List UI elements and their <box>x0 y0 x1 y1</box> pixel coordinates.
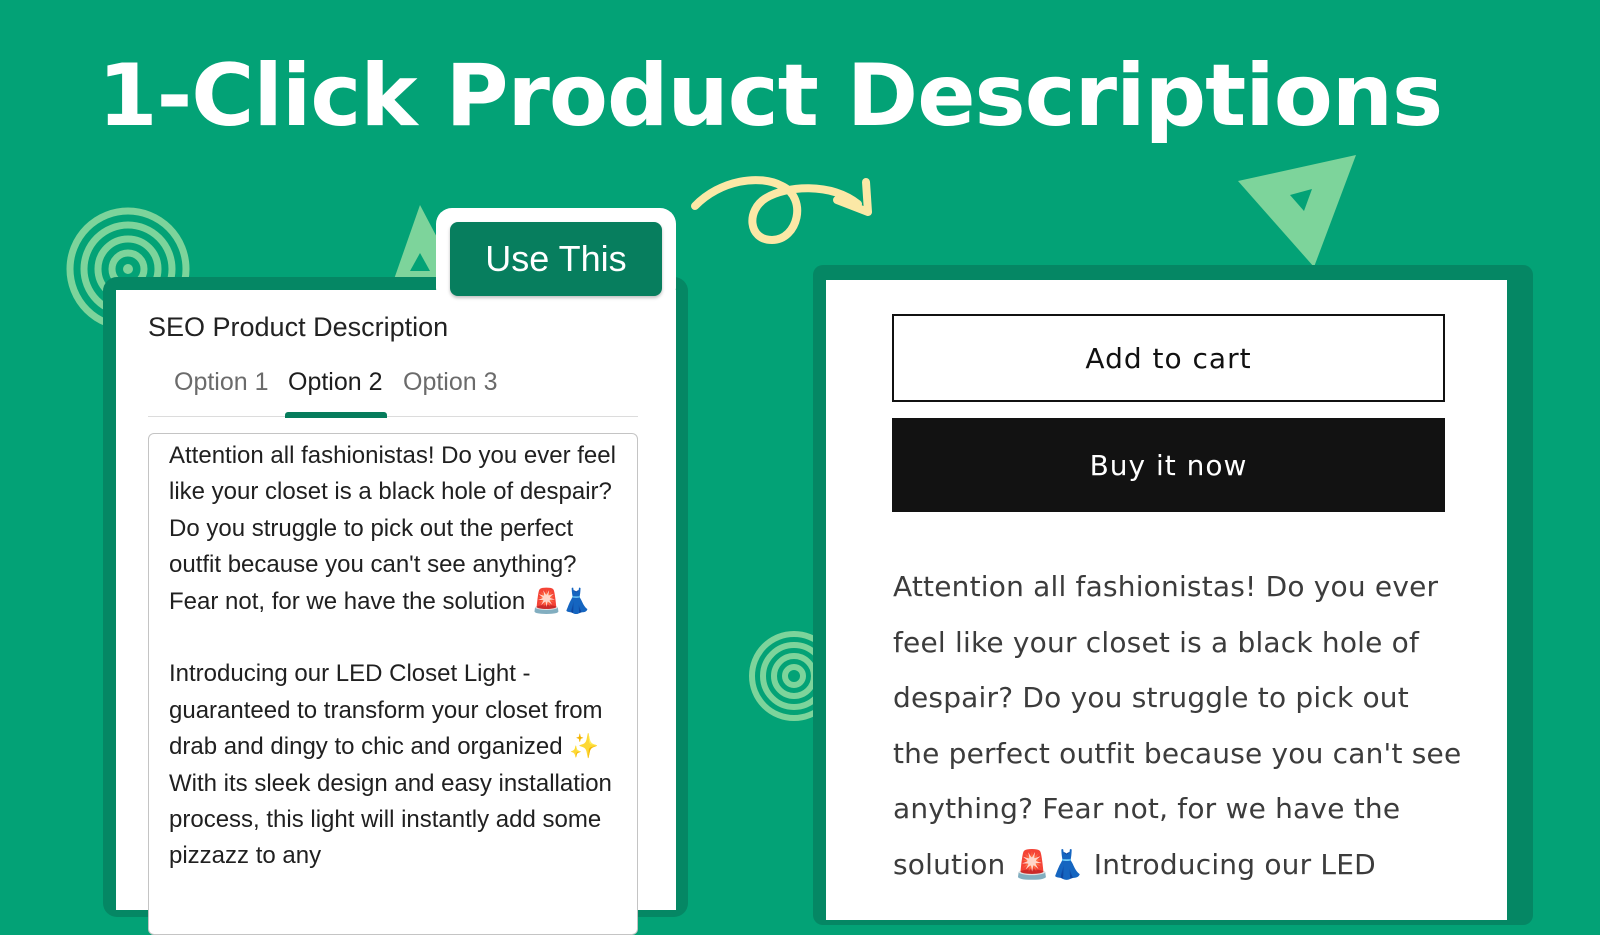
description-textarea[interactable]: Attention all fashionistas! Do you ever … <box>148 433 638 935</box>
option-tabs: Option 1 Option 2 Option 3 <box>148 368 638 418</box>
tab-option-3[interactable]: Option 3 <box>403 368 498 397</box>
description-text: Attention all fashionistas! Do you ever … <box>169 438 619 875</box>
tab-divider <box>148 416 638 417</box>
buy-it-now-button[interactable]: Buy it now <box>892 418 1445 512</box>
tab-option-1[interactable]: Option 1 <box>174 368 269 397</box>
curly-arrow-icon <box>691 176 872 244</box>
description-paragraph-1: Attention all fashionistas! Do you ever … <box>169 442 623 615</box>
triangle-outline-icon <box>1238 155 1356 267</box>
use-this-button[interactable]: Use This <box>450 222 662 296</box>
product-description: Attention all fashionistas! Do you ever … <box>893 570 1462 881</box>
active-tab-indicator <box>285 412 387 418</box>
description-paragraph-2: Introducing our LED Closet Light - guara… <box>169 660 619 870</box>
headline: 1-Click Product Descriptions <box>97 46 1443 146</box>
panel-title: SEO Product Description <box>148 312 449 342</box>
add-to-cart-button[interactable]: Add to cart <box>892 314 1445 402</box>
tab-option-2[interactable]: Option 2 <box>288 368 383 397</box>
